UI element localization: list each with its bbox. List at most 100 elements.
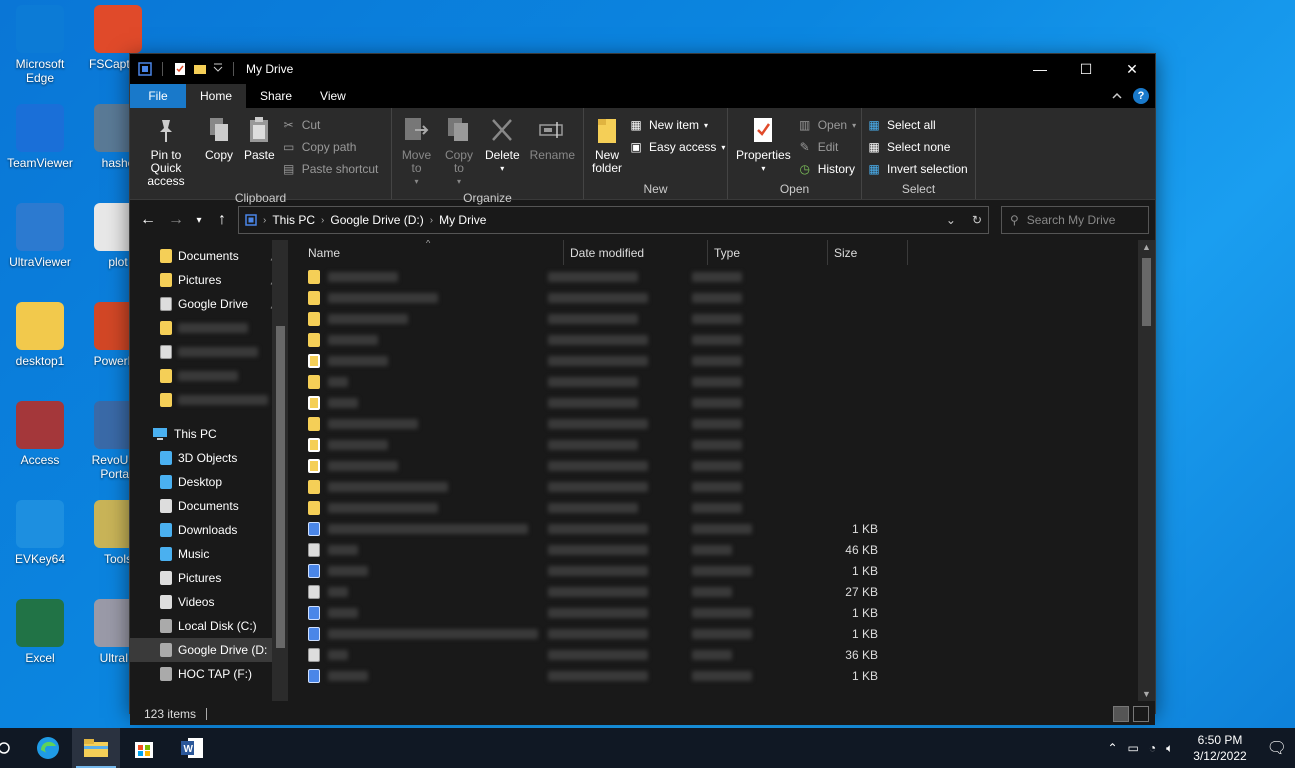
tab-share[interactable]: Share — [246, 84, 306, 108]
table-row[interactable]: 46 KB — [288, 539, 1155, 560]
back-button[interactable]: ← — [136, 208, 160, 232]
new-item-button[interactable]: ▦ New item ▾ — [628, 116, 725, 134]
paste-button[interactable]: Paste — [240, 112, 279, 190]
nav-item-blurred[interactable] — [130, 388, 288, 412]
nav-item-blurred[interactable] — [130, 316, 288, 340]
edit-button[interactable]: ✎ Edit — [797, 138, 856, 156]
file-scrollbar[interactable]: ▲ ▼ — [1138, 240, 1155, 701]
details-view-button[interactable] — [1113, 705, 1129, 722]
tab-file[interactable]: File — [130, 84, 186, 108]
invert-selection-button[interactable]: ▦ Invert selection — [866, 160, 967, 178]
breadcrumb-my-drive[interactable]: My Drive — [439, 213, 486, 227]
nav-item-pc-5[interactable]: Pictures — [130, 566, 288, 590]
column-type[interactable]: Type — [708, 240, 828, 265]
chevron-down-icon[interactable] — [213, 62, 223, 76]
desktop-icon-evkey64[interactable]: EVKey64 — [1, 500, 79, 566]
nav-item-blurred[interactable] — [130, 364, 288, 388]
taskbar-store[interactable] — [120, 728, 168, 768]
clock[interactable]: 6:50 PM 3/12/2022 — [1183, 732, 1256, 764]
table-row[interactable] — [288, 455, 1155, 476]
battery-icon[interactable]: ▭ — [1128, 741, 1139, 755]
select-all-button[interactable]: ▦ Select all — [866, 116, 968, 134]
forward-button[interactable]: → — [164, 208, 188, 232]
nav-item-quick-1[interactable]: Pictures📌︎ — [130, 268, 288, 292]
breadcrumb-google-drive[interactable]: Google Drive (D:) — [330, 213, 423, 227]
select-none-button[interactable]: ▦ Select none — [866, 138, 968, 156]
close-button[interactable]: ✕ — [1109, 54, 1155, 84]
cut-button[interactable]: ✂ Cut — [281, 116, 379, 134]
properties-icon[interactable] — [173, 62, 187, 76]
table-row[interactable] — [288, 329, 1155, 350]
table-row[interactable]: 1 KB — [288, 602, 1155, 623]
nav-item-pc-9[interactable]: HOC TAP (F:) — [130, 662, 288, 686]
tab-view[interactable]: View — [306, 84, 360, 108]
table-row[interactable] — [288, 308, 1155, 329]
desktop-icon-desktop1[interactable]: desktop1 — [1, 302, 79, 368]
table-row[interactable] — [288, 476, 1155, 497]
move-to-button[interactable]: Move to ▾ — [396, 112, 437, 190]
chevron-up-icon[interactable]: ⌃ — [1107, 741, 1117, 755]
address-dropdown-icon[interactable]: ⌄ — [946, 213, 956, 227]
copy-to-button[interactable]: Copy to ▾ — [439, 112, 479, 190]
table-row[interactable]: 1 KB — [288, 560, 1155, 581]
file-scroll-thumb[interactable] — [1142, 258, 1151, 326]
nav-scroll-thumb[interactable] — [276, 326, 285, 648]
copy-path-button[interactable]: ▭ Copy path — [281, 138, 379, 156]
nav-item-quick-0[interactable]: Documents📌︎ — [130, 244, 288, 268]
history-button[interactable]: ◷ History — [797, 160, 856, 178]
table-row[interactable] — [288, 371, 1155, 392]
nav-item-blurred[interactable] — [130, 340, 288, 364]
search-taskbar-button[interactable] — [0, 728, 20, 768]
tab-home[interactable]: Home — [186, 84, 247, 108]
title-bar[interactable]: My Drive — ☐ ✕ — [130, 54, 1155, 84]
desktop-icon-ultraviewer[interactable]: UltraViewer — [1, 203, 79, 269]
table-row[interactable]: 36 KB — [288, 644, 1155, 665]
breadcrumb-this-pc[interactable]: This PC — [272, 213, 315, 227]
nav-item-this-pc[interactable]: This PC — [130, 422, 288, 446]
address-bar[interactable]: › This PC › Google Drive (D:) › My Drive… — [238, 206, 989, 234]
desktop-icon-excel[interactable]: Excel — [1, 599, 79, 665]
wifi-icon[interactable]: ◔ — [1149, 741, 1156, 755]
table-row[interactable]: 1 KB — [288, 518, 1155, 539]
nav-item-pc-2[interactable]: Documents — [130, 494, 288, 518]
minimize-button[interactable]: — — [1017, 54, 1063, 84]
nav-item-pc-4[interactable]: Music — [130, 542, 288, 566]
nav-scrollbar[interactable] — [272, 240, 288, 701]
table-row[interactable] — [288, 392, 1155, 413]
nav-item-pc-7[interactable]: Local Disk (C:) — [130, 614, 288, 638]
table-row[interactable] — [288, 497, 1155, 518]
new-folder-icon[interactable] — [193, 62, 207, 76]
table-row[interactable] — [288, 287, 1155, 308]
nav-item-pc-8[interactable]: Google Drive (D: — [130, 638, 288, 662]
search-box[interactable]: ⚲ Search My Drive — [1001, 206, 1149, 234]
table-row[interactable] — [288, 413, 1155, 434]
desktop-icon-teamviewer[interactable]: TeamViewer — [1, 104, 79, 170]
nav-item-pc-3[interactable]: Downloads — [130, 518, 288, 542]
scroll-down-icon[interactable]: ▼ — [1138, 689, 1155, 699]
rename-button[interactable]: Rename — [526, 112, 579, 190]
notifications-icon[interactable]: 🗨︎ — [1267, 738, 1287, 758]
table-row[interactable] — [288, 350, 1155, 371]
properties-button[interactable]: Properties ▾ — [732, 112, 795, 181]
table-row[interactable]: 1 KB — [288, 665, 1155, 686]
open-button[interactable]: ▥ Open ▾ — [797, 116, 856, 134]
help-icon[interactable]: ? — [1133, 88, 1149, 104]
desktop-icon-microsoft-edge[interactable]: Microsoft Edge — [1, 5, 79, 85]
table-row[interactable]: 1 KB — [288, 623, 1155, 644]
table-row[interactable]: 27 KB — [288, 581, 1155, 602]
pin-to-quick-access-button[interactable]: Pin to Quick access — [134, 112, 198, 190]
desktop-icon-access[interactable]: Access — [1, 401, 79, 467]
large-icons-view-button[interactable] — [1133, 705, 1149, 722]
nav-item-pc-1[interactable]: Desktop — [130, 470, 288, 494]
scroll-up-icon[interactable]: ▲ — [1138, 242, 1155, 252]
collapse-ribbon-icon[interactable] — [1111, 90, 1123, 102]
refresh-icon[interactable]: ↻ — [972, 213, 982, 227]
volume-icon[interactable]: 🔈︎ — [1166, 741, 1173, 756]
taskbar-word[interactable]: W — [168, 728, 216, 768]
delete-button[interactable]: Delete ▾ — [481, 112, 524, 190]
taskbar-file-explorer[interactable] — [72, 728, 120, 768]
copy-button[interactable]: Copy — [200, 112, 238, 190]
table-row[interactable] — [288, 266, 1155, 287]
paste-shortcut-button[interactable]: ▤ Paste shortcut — [281, 160, 378, 178]
recent-locations-button[interactable]: ▾ — [192, 208, 206, 232]
